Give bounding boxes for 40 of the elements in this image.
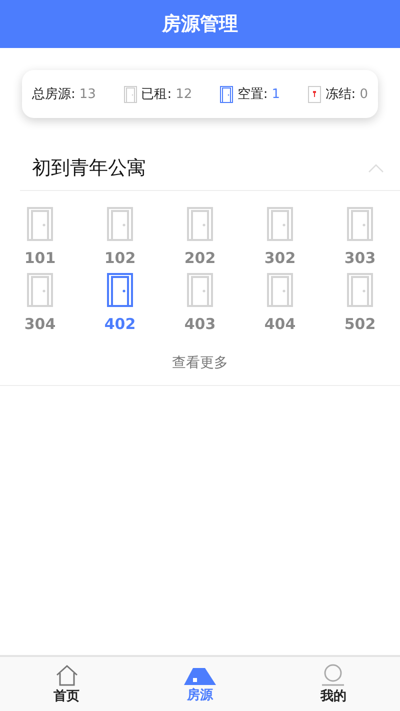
door-icon — [187, 207, 213, 241]
room-item[interactable]: 304 — [0, 273, 80, 333]
page-title: 房源管理 — [162, 12, 238, 37]
door-icon — [220, 86, 234, 102]
stat-value: 0 — [360, 86, 368, 102]
room-item[interactable]: 403 — [160, 273, 240, 333]
door-icon — [267, 207, 293, 241]
door-icon — [27, 207, 53, 241]
stat-label: 总房源: — [32, 86, 76, 103]
home-icon — [54, 664, 79, 686]
stat-label: 冻结: — [325, 86, 356, 103]
chevron-icon[interactable] — [368, 164, 384, 172]
tab[interactable]: 房源 — [133, 657, 267, 711]
door-icon — [187, 273, 213, 307]
stat-value: 13 — [79, 86, 96, 102]
stat-label: 空置: — [237, 86, 268, 103]
room-item[interactable]: 502 — [320, 273, 400, 333]
door-icon — [267, 273, 293, 307]
room-item[interactable]: 102 — [80, 207, 160, 267]
door-icon — [107, 207, 133, 241]
room-item[interactable]: 404 — [240, 273, 320, 333]
view-more-button[interactable]: 查看更多 — [166, 353, 234, 373]
profile-icon — [321, 664, 346, 686]
door-icon — [124, 86, 138, 102]
stat-value: 12 — [176, 86, 192, 102]
tab[interactable]: 首页 — [0, 657, 134, 711]
room-item[interactable]: 202 — [160, 207, 240, 267]
room-item[interactable]: 101 — [0, 207, 80, 267]
door-icon — [347, 273, 373, 307]
tab[interactable]: 我的 — [266, 657, 400, 711]
room-item[interactable]: 303 — [320, 207, 400, 267]
door-icon — [107, 273, 133, 307]
door-icon — [347, 207, 373, 241]
stat-value: 1 — [272, 86, 280, 102]
locked-door-icon — [308, 86, 322, 102]
room-item[interactable]: 302 — [240, 207, 320, 267]
stat-label: 已租: — [141, 86, 172, 103]
room-item[interactable]: 402 — [80, 273, 160, 333]
building-name: 初到青年公寓 — [32, 156, 146, 181]
door-icon — [27, 273, 53, 307]
